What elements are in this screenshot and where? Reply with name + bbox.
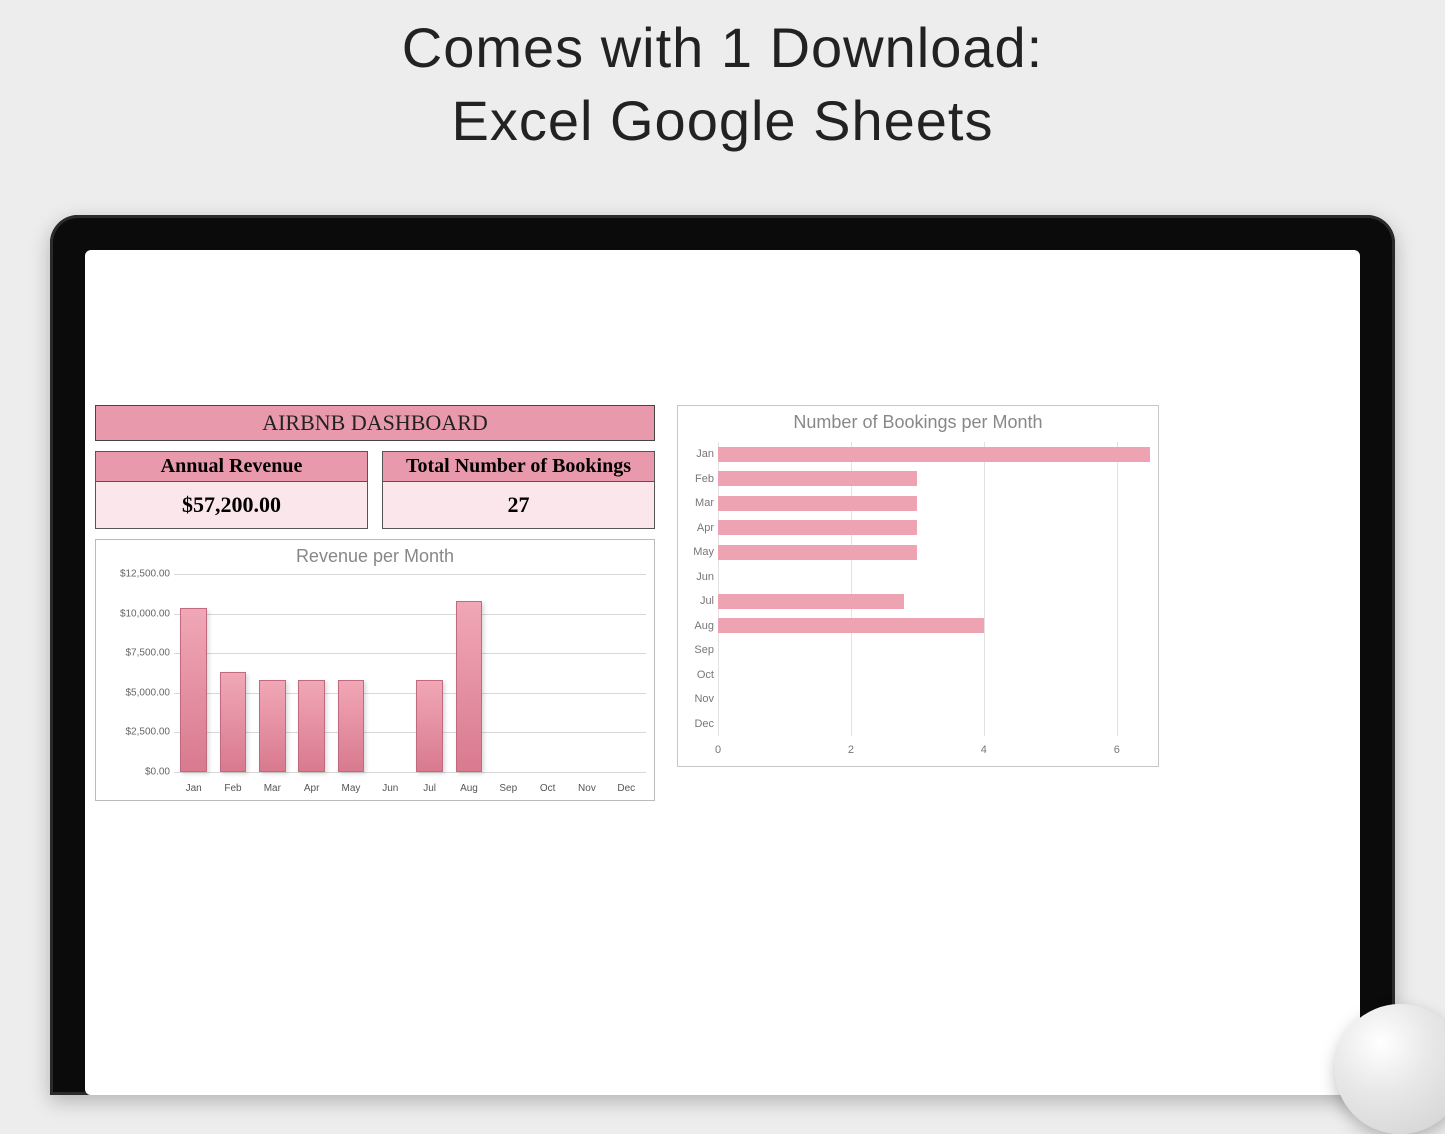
total-bookings-card: Total Number of Bookings 27 bbox=[382, 451, 655, 529]
revenue-bar bbox=[259, 680, 285, 772]
promo-headline: Comes with 1 Download: Excel Google Shee… bbox=[0, 12, 1445, 158]
revenue-y-tick: $7,500.00 bbox=[98, 648, 174, 659]
bookings-y-tick: Aug bbox=[680, 620, 718, 632]
annual-revenue-label: Annual Revenue bbox=[96, 452, 367, 482]
bookings-y-tick: Jun bbox=[680, 571, 718, 583]
bookings-chart: Number of Bookings per Month JanFebMarAp… bbox=[677, 405, 1159, 767]
bookings-x-tick: 6 bbox=[1114, 744, 1120, 756]
kpi-cards: Annual Revenue $57,200.00 Total Number o… bbox=[95, 451, 655, 529]
bookings-y-tick: Nov bbox=[680, 693, 718, 705]
bookings-bar bbox=[718, 594, 904, 609]
bookings-bar bbox=[718, 545, 917, 560]
revenue-bar bbox=[338, 680, 364, 772]
revenue-x-tick: Nov bbox=[567, 783, 606, 794]
bookings-y-tick: Apr bbox=[680, 522, 718, 534]
bookings-y-tick: Oct bbox=[680, 669, 718, 681]
total-bookings-value: 27 bbox=[383, 482, 654, 528]
bookings-y-tick: Dec bbox=[680, 718, 718, 730]
revenue-x-tick: Jun bbox=[371, 783, 410, 794]
revenue-x-tick: Mar bbox=[253, 783, 292, 794]
bookings-x-tick: 2 bbox=[848, 744, 854, 756]
revenue-bar bbox=[220, 672, 246, 772]
bookings-bar bbox=[718, 447, 1150, 462]
bookings-y-tick: Mar bbox=[680, 497, 718, 509]
bookings-chart-title: Number of Bookings per Month bbox=[678, 406, 1158, 435]
revenue-bar bbox=[416, 680, 442, 772]
laptop-frame: AIRBNB DASHBOARD Annual Revenue $57,200.… bbox=[50, 215, 1395, 1095]
bookings-y-tick: Feb bbox=[680, 473, 718, 485]
total-bookings-label: Total Number of Bookings bbox=[383, 452, 654, 482]
bookings-y-tick: Sep bbox=[680, 644, 718, 656]
revenue-bar bbox=[298, 680, 324, 772]
annual-revenue-value: $57,200.00 bbox=[96, 482, 367, 528]
laptop-screen: AIRBNB DASHBOARD Annual Revenue $57,200.… bbox=[85, 250, 1360, 1095]
bookings-x-tick: 4 bbox=[981, 744, 987, 756]
revenue-x-tick: May bbox=[331, 783, 370, 794]
revenue-y-tick: $12,500.00 bbox=[98, 569, 174, 580]
bookings-chart-plot: JanFebMarAprMayJunJulAugSepOctNovDec bbox=[718, 442, 1150, 736]
bookings-x-tick: 0 bbox=[715, 744, 721, 756]
promo-line-1: Comes with 1 Download: bbox=[0, 12, 1445, 85]
revenue-x-tick: Aug bbox=[449, 783, 488, 794]
bookings-y-tick: Jan bbox=[680, 448, 718, 460]
revenue-chart-title: Revenue per Month bbox=[96, 540, 654, 569]
revenue-y-tick: $2,500.00 bbox=[98, 727, 174, 738]
revenue-y-tick: $0.00 bbox=[98, 767, 174, 778]
revenue-bar bbox=[180, 608, 206, 772]
dashboard-panel: AIRBNB DASHBOARD Annual Revenue $57,200.… bbox=[95, 405, 655, 801]
revenue-x-tick: Apr bbox=[292, 783, 331, 794]
bookings-bar bbox=[718, 496, 917, 511]
bookings-bar bbox=[718, 618, 984, 633]
revenue-x-tick: Jan bbox=[174, 783, 213, 794]
revenue-y-tick: $5,000.00 bbox=[98, 687, 174, 698]
dashboard-title: AIRBNB DASHBOARD bbox=[95, 405, 655, 441]
revenue-chart-x-axis: JanFebMarAprMayJunJulAugSepOctNovDec bbox=[174, 783, 646, 794]
promo-line-2: Excel Google Sheets bbox=[0, 85, 1445, 158]
annual-revenue-card: Annual Revenue $57,200.00 bbox=[95, 451, 368, 529]
revenue-x-tick: Sep bbox=[489, 783, 528, 794]
revenue-bar bbox=[456, 601, 482, 772]
bookings-y-tick: May bbox=[680, 546, 718, 558]
bookings-bar bbox=[718, 520, 917, 535]
bookings-chart-x-axis: 0 2 4 6 bbox=[718, 744, 1150, 758]
revenue-chart: Revenue per Month $0.00$2,500.00$5,000.0… bbox=[95, 539, 655, 801]
revenue-x-tick: Dec bbox=[607, 783, 646, 794]
bookings-y-tick: Jul bbox=[680, 595, 718, 607]
revenue-x-tick: Feb bbox=[213, 783, 252, 794]
revenue-x-tick: Jul bbox=[410, 783, 449, 794]
revenue-y-tick: $10,000.00 bbox=[98, 608, 174, 619]
revenue-chart-plot: $0.00$2,500.00$5,000.00$7,500.00$10,000.… bbox=[174, 574, 646, 772]
revenue-x-tick: Oct bbox=[528, 783, 567, 794]
bookings-bar bbox=[718, 471, 917, 486]
